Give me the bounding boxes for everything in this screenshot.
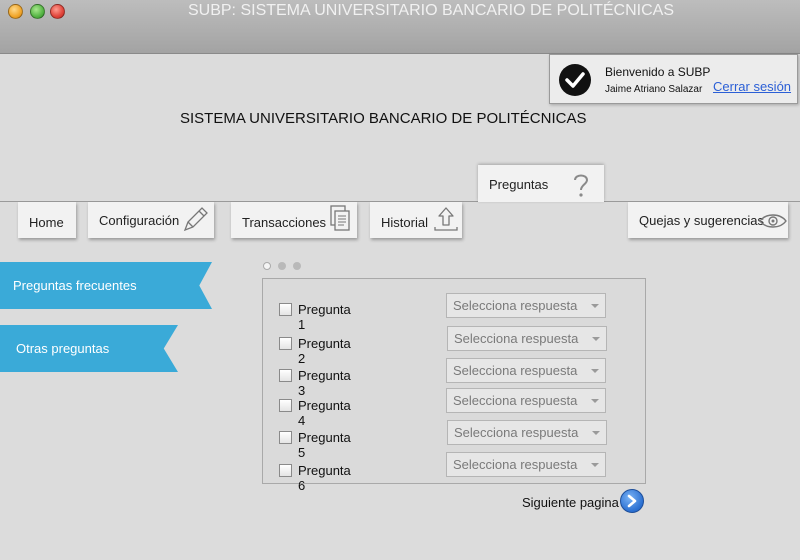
question-checkbox[interactable] xyxy=(279,369,292,382)
question-label: Pregunta 3 xyxy=(298,368,351,398)
tab-historial[interactable]: Historial xyxy=(370,202,462,238)
logout-link[interactable]: Cerrar sesión xyxy=(713,79,791,94)
question-icon xyxy=(574,174,589,197)
chevron-down-icon xyxy=(591,463,599,467)
welcome-greeting: Bienvenido a SUBP xyxy=(605,65,711,79)
tab-preguntas[interactable]: Preguntas xyxy=(478,165,604,202)
answer-select-value: Selecciona respuesta xyxy=(454,425,579,440)
question-checkbox[interactable] xyxy=(279,464,292,477)
question-label: Pregunta 5 xyxy=(298,430,351,460)
answer-select-value: Selecciona respuesta xyxy=(453,298,578,313)
tab-historial-label: Historial xyxy=(381,215,428,230)
next-page-button[interactable] xyxy=(620,489,644,513)
question-checkbox[interactable] xyxy=(279,337,292,350)
answer-select-value: Selecciona respuesta xyxy=(454,331,579,346)
answer-select-value: Selecciona respuesta xyxy=(453,457,578,472)
answer-select[interactable]: Selecciona respuesta xyxy=(447,420,607,445)
sidebar-item-label: Otras preguntas xyxy=(16,341,110,356)
page-title: SISTEMA UNIVERSITARIO BANCARIO DE POLITÉ… xyxy=(180,110,587,127)
tab-configuracion[interactable]: Configuración xyxy=(88,202,214,238)
questions-panel: Pregunta 1 Selecciona respuesta Pregunta… xyxy=(262,278,646,493)
answer-select[interactable]: Selecciona respuesta xyxy=(446,388,606,413)
page-dot-1[interactable] xyxy=(263,262,271,270)
question-checkbox[interactable] xyxy=(279,303,292,316)
tab-configuracion-label: Configuración xyxy=(99,213,180,228)
answer-select[interactable]: Selecciona respuesta xyxy=(446,293,606,318)
tab-home[interactable]: Home xyxy=(18,202,76,238)
next-page-label[interactable]: Siguiente pagina xyxy=(522,495,619,510)
checkmark-icon xyxy=(559,64,591,96)
answer-select[interactable]: Selecciona respuesta xyxy=(447,326,607,351)
tab-transacciones[interactable]: Transacciones xyxy=(231,202,357,238)
chevron-down-icon xyxy=(591,399,599,403)
tab-quejas[interactable]: Quejas y sugerencias xyxy=(628,202,788,238)
documents-icon xyxy=(330,205,350,231)
question-checkbox[interactable] xyxy=(279,431,292,444)
answer-select[interactable]: Selecciona respuesta xyxy=(446,358,606,383)
sidebar-item-label: Preguntas frecuentes xyxy=(13,278,137,293)
user-name: Jaime Atriano Salazar xyxy=(605,84,703,95)
question-label: Pregunta 2 xyxy=(298,336,351,366)
chevron-down-icon xyxy=(592,431,600,435)
chevron-down-icon xyxy=(591,304,599,308)
eye-icon xyxy=(759,214,787,228)
sidebar-item-preguntas-frecuentes[interactable]: Preguntas frecuentes xyxy=(0,262,212,309)
page-dot-2[interactable] xyxy=(278,262,286,270)
upload-icon xyxy=(434,207,458,231)
question-label: Pregunta 6 xyxy=(298,463,351,493)
tab-quejas-label: Quejas y sugerencias xyxy=(639,213,765,228)
chevron-down-icon xyxy=(591,369,599,373)
answer-select[interactable]: Selecciona respuesta xyxy=(446,452,606,477)
chevron-down-icon xyxy=(592,337,600,341)
question-label: Pregunta 4 xyxy=(298,398,351,428)
question-checkbox[interactable] xyxy=(279,399,292,412)
answer-select-value: Selecciona respuesta xyxy=(453,393,578,408)
question-label: Pregunta 1 xyxy=(298,302,351,332)
chevron-right-icon xyxy=(627,494,637,508)
sidebar-item-otras-preguntas[interactable]: Otras preguntas xyxy=(0,325,178,372)
pencil-icon xyxy=(183,207,208,232)
tab-preguntas-label: Preguntas xyxy=(489,177,549,192)
window-title: SUBP: SISTEMA UNIVERSITARIO BANCARIO DE … xyxy=(187,2,675,19)
tab-transacciones-label: Transacciones xyxy=(242,215,327,230)
answer-select-value: Selecciona respuesta xyxy=(453,363,578,378)
page-dot-3[interactable] xyxy=(293,262,301,270)
tab-home-label: Home xyxy=(29,215,64,230)
title-bar: SUBP: SISTEMA UNIVERSITARIO BANCARIO DE … xyxy=(0,0,800,54)
welcome-panel: Bienvenido a SUBP Jaime Atriano Salazar … xyxy=(549,54,798,104)
